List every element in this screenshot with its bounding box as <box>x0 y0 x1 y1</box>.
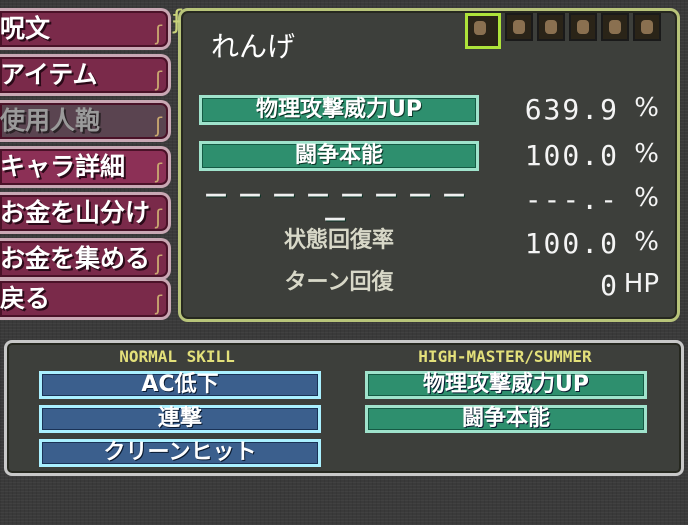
menu-item-character-detail[interactable]: キャラ詳細 ʃ <box>0 146 171 188</box>
menu-item-items[interactable]: アイテム ʃ <box>0 54 171 96</box>
normal-skill-item[interactable]: 連撃 <box>39 405 321 433</box>
panel-corner-ornament-icon: ʄ <box>173 5 182 35</box>
stat-row-fighting-instinct: 闘争本能 100.0 % <box>199 139 659 173</box>
menu-item-label: 使用人鞄 <box>0 106 101 135</box>
party-portrait[interactable] <box>633 13 661 41</box>
high-skill-heading: HIGH-MASTER/SUMMER <box>418 347 592 366</box>
scroll-ornament-icon: ʃ <box>155 159 162 183</box>
party-portraits <box>465 13 661 49</box>
stat-label: 状態回復率 <box>283 228 394 253</box>
menu-item-label: アイテム <box>0 60 98 89</box>
scroll-ornament-icon: ʃ <box>155 205 162 229</box>
high-skill-item[interactable]: 闘争本能 <box>365 405 647 433</box>
stat-label: 闘争本能 <box>199 141 479 171</box>
normal-skill-item[interactable]: クリーンヒット <box>39 439 321 467</box>
menu-item-spells[interactable]: 呪文 ʃ <box>0 8 171 50</box>
stat-value: 100.0 <box>524 139 619 172</box>
party-portrait[interactable] <box>601 13 629 41</box>
stat-row-empty: －－－－－－－－－ ---.- % <box>199 182 659 236</box>
menu-item-label: お金を集める <box>0 244 151 273</box>
stat-unit: % <box>634 227 659 257</box>
stat-value: 0 <box>600 269 619 302</box>
stat-unit: % <box>634 93 659 123</box>
party-portrait[interactable] <box>569 13 597 41</box>
normal-skill-item[interactable]: AC低下 <box>39 371 321 399</box>
menu-item-label: 戻る <box>0 284 51 313</box>
menu-item-servant-bag[interactable]: 使用人鞄 ʃ <box>0 100 171 142</box>
menu-item-label: キャラ詳細 <box>0 152 126 181</box>
scroll-ornament-icon: ʃ <box>155 291 162 315</box>
stat-label: －－－－－－－－－ <box>202 182 475 236</box>
menu-item-back[interactable]: 戻る ʃ <box>0 278 171 320</box>
character-name: れんげ <box>211 30 296 63</box>
stat-unit: % <box>634 183 659 213</box>
menu-item-label: お金を山分け <box>0 198 151 227</box>
stat-label: ターン回復 <box>284 270 394 295</box>
stat-row-physical-attack-up: 物理攻撃威力UP 639.9 % <box>199 93 659 127</box>
party-portrait[interactable] <box>537 13 565 41</box>
scroll-ornament-icon: ʃ <box>155 113 162 137</box>
menu-item-label: 呪文 <box>0 14 51 43</box>
normal-skill-heading: NORMAL SKILL <box>119 347 235 366</box>
menu-item-split-gold[interactable]: お金を山分け ʃ <box>0 192 171 234</box>
party-portrait-selected[interactable] <box>465 13 501 49</box>
scroll-ornament-icon: ʃ <box>155 251 162 275</box>
character-detail-panel: ʄ れんげ 物理攻撃威力UP 639.9 % 闘争本能 100.0 % －－－－… <box>173 5 680 322</box>
scroll-ornament-icon: ʃ <box>155 21 162 45</box>
skills-panel: NORMAL SKILL HIGH-MASTER/SUMMER AC低下 連撃 … <box>4 340 684 476</box>
stat-value: 100.0 <box>524 227 619 260</box>
stat-row-status-recovery: 状態回復率 100.0 % <box>199 227 659 261</box>
stat-unit: % <box>634 139 659 169</box>
scroll-ornament-icon: ʃ <box>155 67 162 91</box>
stat-unit: HP <box>623 269 659 299</box>
stat-value: ---.- <box>524 183 619 216</box>
party-portrait[interactable] <box>505 13 533 41</box>
stat-row-turn-recovery: ターン回復 0 HP <box>199 269 659 303</box>
menu-item-collect-gold[interactable]: お金を集める ʃ <box>0 238 171 280</box>
stat-value: 639.9 <box>524 93 619 126</box>
high-skill-item[interactable]: 物理攻撃威力UP <box>365 371 647 399</box>
stat-label: 物理攻撃威力UP <box>199 95 479 125</box>
